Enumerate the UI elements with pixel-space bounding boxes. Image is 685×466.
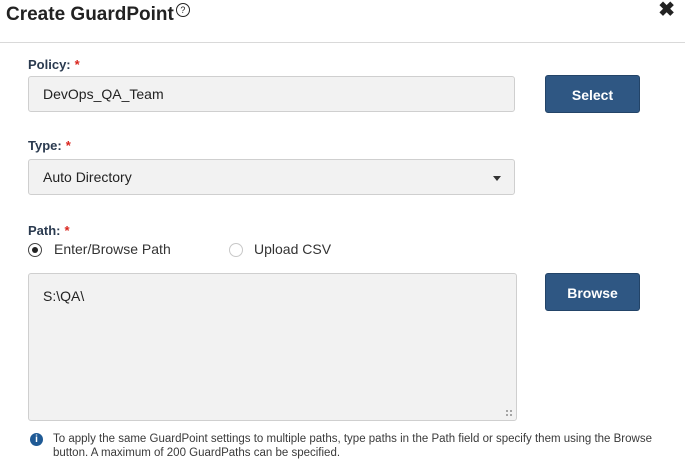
radio-upload-csv[interactable]	[229, 243, 243, 257]
dialog-title-text: Create GuardPoint	[6, 4, 174, 25]
browse-button[interactable]: Browse	[545, 273, 640, 311]
type-required-mark: *	[65, 138, 71, 153]
type-label: Type: *	[28, 138, 71, 153]
radio-upload-csv-label[interactable]: Upload CSV	[254, 241, 331, 257]
help-icon[interactable]: ?	[175, 3, 190, 17]
policy-required-mark: *	[74, 57, 80, 72]
dialog-header: Create GuardPoint? ✖	[0, 0, 685, 43]
path-textarea[interactable]: S:\QA\	[28, 273, 517, 421]
resize-grip-icon[interactable]	[505, 409, 513, 417]
policy-value: DevOps_QA_Team	[43, 86, 164, 102]
type-select-value: Auto Directory	[43, 169, 132, 185]
path-required-mark: *	[64, 223, 70, 238]
policy-label-text: Policy:	[28, 57, 71, 72]
path-textarea-value: S:\QA\	[43, 288, 85, 304]
select-button[interactable]: Select	[545, 75, 640, 113]
radio-enter-browse-path[interactable]	[28, 243, 42, 257]
type-label-text: Type:	[28, 138, 62, 153]
dialog-title: Create GuardPoint?	[6, 3, 190, 26]
create-guardpoint-dialog: Create GuardPoint? ✖ Policy: * DevOps_QA_…	[0, 0, 685, 466]
policy-label: Policy: *	[28, 57, 80, 72]
type-select[interactable]: Auto Directory	[28, 159, 515, 195]
path-label: Path: *	[28, 223, 70, 238]
info-icon: i	[30, 433, 43, 446]
policy-field[interactable]: DevOps_QA_Team	[28, 76, 515, 112]
close-icon[interactable]: ✖	[658, 0, 675, 20]
info-text: To apply the same GuardPoint settings to…	[53, 433, 652, 459]
radio-enter-browse-path-label[interactable]: Enter/Browse Path	[54, 241, 171, 257]
path-label-text: Path:	[28, 223, 61, 238]
chevron-down-icon[interactable]	[493, 176, 501, 181]
